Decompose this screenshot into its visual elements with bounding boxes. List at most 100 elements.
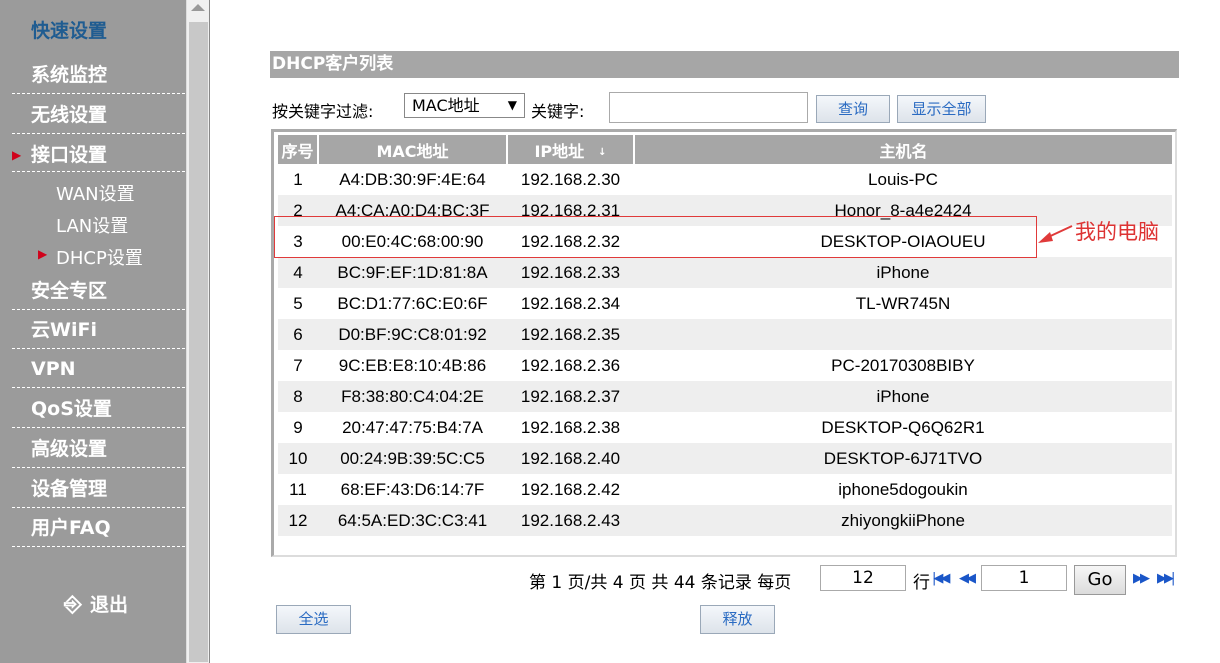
last-page-icon[interactable]: ▶▶| xyxy=(1157,571,1175,586)
sidebar-subitem-lan[interactable]: LAN设置 xyxy=(56,212,128,238)
cell-no: 10 xyxy=(278,443,318,474)
cell-mac: 68:EF:43:D6:14:7F xyxy=(318,474,507,505)
sidebar-item-security[interactable]: 安全专区 xyxy=(12,272,185,310)
cell-ip: 192.168.2.38 xyxy=(507,412,634,443)
prev-page-icon[interactable]: ◀◀ xyxy=(959,571,976,586)
sidebar-item-label: 快速设置 xyxy=(31,20,108,42)
go-button[interactable]: Go xyxy=(1074,565,1126,595)
col-header-ip[interactable]: IP地址 ↓ xyxy=(507,135,635,164)
dhcp-client-table: 序号 MAC地址 IP地址 ↓ 主机名 1 A4:DB:30:9F:4E:64 192… xyxy=(278,135,1172,536)
cell-no: 4 xyxy=(278,257,318,288)
cell-mac: 64:5A:ED:3C:C3:41 xyxy=(318,505,507,536)
sidebar-item-faq[interactable]: 用户FAQ xyxy=(12,509,185,547)
current-page: 1 xyxy=(551,573,563,593)
cell-ip: 192.168.2.32 xyxy=(507,226,634,257)
table-row[interactable]: 1 A4:DB:30:9F:4E:64 192.168.2.30 Louis-PC xyxy=(278,164,1172,195)
cell-no: 5 xyxy=(278,288,318,319)
cell-host: DESKTOP-Q6Q62R1 xyxy=(634,412,1172,443)
cell-mac: D0:BF:9C:C8:01:92 xyxy=(318,319,507,350)
cell-no: 3 xyxy=(278,226,318,257)
cell-mac: 00:24:9B:39:5C:C5 xyxy=(318,443,507,474)
show-all-button[interactable]: 显示全部 xyxy=(897,95,986,123)
scroll-thumb[interactable] xyxy=(189,22,208,662)
table-row[interactable]: 4 BC:9F:EF:1D:81:8A 192.168.2.33 iPhone xyxy=(278,257,1172,288)
cell-host: iPhone xyxy=(634,257,1172,288)
logout-label: 退出 xyxy=(90,594,129,616)
cell-no: 2 xyxy=(278,195,318,226)
col-header-host[interactable]: 主机名 xyxy=(634,135,1172,164)
sidebar-item-label: QoS设置 xyxy=(31,398,112,420)
sidebar-subitem-label: DHCP设置 xyxy=(56,248,143,269)
sidebar-subitem-dhcp[interactable]: ▶ DHCP设置 xyxy=(38,244,143,270)
cell-mac: F8:38:80:C4:04:2E xyxy=(318,381,507,412)
sort-down-icon[interactable]: ↓ xyxy=(598,147,606,158)
sidebar-item-system-monitor[interactable]: 系统监控 xyxy=(12,56,185,94)
sidebar-item-advanced[interactable]: 高级设置 xyxy=(12,430,185,468)
table-row[interactable]: 2 A4:CA:A0:D4:BC:3F 192.168.2.31 Honor_8-a4… xyxy=(278,195,1172,226)
divider xyxy=(12,171,185,172)
cell-ip: 192.168.2.42 xyxy=(507,474,634,505)
sidebar-item-label: 系统监控 xyxy=(31,64,108,86)
rows-label: 行 xyxy=(913,573,930,593)
col-header-no[interactable]: 序号 xyxy=(278,135,319,164)
sidebar-item-vpn[interactable]: VPN xyxy=(12,350,185,388)
cell-host: iPhone xyxy=(634,381,1172,412)
cell-no: 8 xyxy=(278,381,318,412)
sidebar-item-interface[interactable]: ▶ 接口设置 xyxy=(12,136,185,174)
pagination-text: 第 xyxy=(529,573,546,593)
cell-ip: 192.168.2.31 xyxy=(507,195,634,226)
table-row[interactable]: 5 BC:D1:77:6C:E0:6F 192.168.2.34 TL-WR745N xyxy=(278,288,1172,319)
keyword-label: 关键字: xyxy=(531,102,585,121)
sidebar-item-quick-setup[interactable]: 快速设置 xyxy=(12,12,185,50)
col-header-mac[interactable]: MAC地址 xyxy=(318,135,508,164)
cell-host: zhiyongkiiPhone xyxy=(634,505,1172,536)
cell-mac: 9C:EB:E8:10:4B:86 xyxy=(318,350,507,381)
table-row[interactable]: 7 9C:EB:E8:10:4B:86 192.168.2.36 PC-2017030… xyxy=(278,350,1172,381)
pagination-text: 页 共 xyxy=(629,573,669,593)
first-page-icon[interactable]: |◀◀ xyxy=(932,571,950,586)
vertical-scrollbar[interactable] xyxy=(186,0,210,663)
query-button[interactable]: 查询 xyxy=(816,95,890,123)
table-row[interactable]: 10 00:24:9B:39:5C:C5 192.168.2.40 DESKTOP-6… xyxy=(278,443,1172,474)
total-pages: 4 xyxy=(612,573,624,593)
sidebar-item-cloud-wifi[interactable]: 云WiFi xyxy=(12,311,185,349)
col-header-label: IP地址 xyxy=(534,141,585,161)
sidebar-item-label: 安全专区 xyxy=(31,280,108,302)
logout-icon: ⎆ xyxy=(64,592,82,617)
filter-field-select[interactable]: MAC地址 ▼ xyxy=(404,93,525,118)
rows-per-page-input[interactable]: 12 xyxy=(820,565,906,591)
cell-ip: 192.168.2.37 xyxy=(507,381,634,412)
goto-page-input[interactable]: 1 xyxy=(981,565,1067,591)
cell-no: 6 xyxy=(278,319,318,350)
cell-no: 12 xyxy=(278,505,318,536)
sidebar-subitem-label: WAN设置 xyxy=(56,184,135,205)
select-all-button[interactable]: 全选 xyxy=(276,605,351,634)
release-button[interactable]: 释放 xyxy=(700,605,775,634)
table-row[interactable]: 9 20:47:47:75:B4:7A 192.168.2.38 DESKTOP-Q6… xyxy=(278,412,1172,443)
cell-ip: 192.168.2.43 xyxy=(507,505,634,536)
filter-selected-value: MAC地址 xyxy=(412,96,480,115)
next-page-icon[interactable]: ▶▶ xyxy=(1133,571,1150,586)
cell-mac: A4:CA:A0:D4:BC:3F xyxy=(318,195,507,226)
cell-mac: 20:47:47:75:B4:7A xyxy=(318,412,507,443)
filter-label: 按关键字过滤: xyxy=(272,102,374,121)
cell-host xyxy=(634,319,1172,350)
sidebar-item-label: 接口设置 xyxy=(31,144,108,166)
sidebar-item-device-mgmt[interactable]: 设备管理 xyxy=(12,470,185,508)
sidebar-item-label: 云WiFi xyxy=(31,319,97,341)
table-row[interactable]: 6 D0:BF:9C:C8:01:92 192.168.2.35 xyxy=(278,319,1172,350)
table-row[interactable]: 12 64:5A:ED:3C:C3:41 192.168.2.43 zhiyongki… xyxy=(278,505,1172,536)
sidebar-item-label: 无线设置 xyxy=(31,104,108,126)
keyword-input[interactable] xyxy=(609,92,808,123)
logout-button[interactable]: ⎆ 退出 xyxy=(64,590,128,617)
sidebar-item-wireless[interactable]: 无线设置 xyxy=(12,96,185,134)
selected-arrow-icon: ▶ xyxy=(38,247,48,261)
table-row[interactable]: 11 68:EF:43:D6:14:7F 192.168.2.42 iphone5do… xyxy=(278,474,1172,505)
cell-mac: A4:DB:30:9F:4E:64 xyxy=(318,164,507,195)
cell-mac: BC:9F:EF:1D:81:8A xyxy=(318,257,507,288)
sidebar-item-qos[interactable]: QoS设置 xyxy=(12,390,185,428)
table-row[interactable]: 8 F8:38:80:C4:04:2E 192.168.2.37 iPhone xyxy=(278,381,1172,412)
sidebar-subitem-wan[interactable]: WAN设置 xyxy=(56,180,135,206)
col-header-label: MAC地址 xyxy=(376,141,449,161)
scroll-up-arrow-icon[interactable] xyxy=(191,4,205,11)
